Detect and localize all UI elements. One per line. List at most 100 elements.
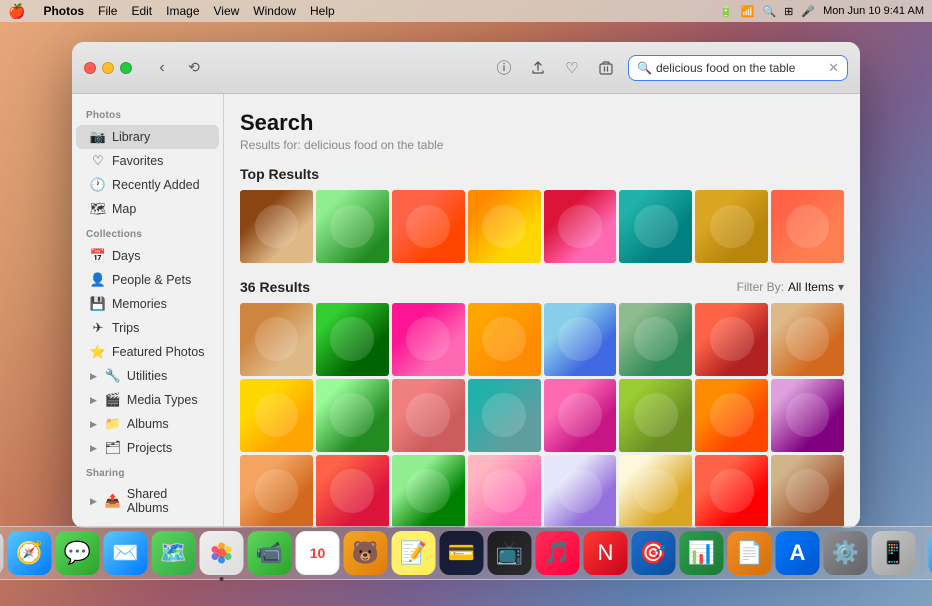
photo-9[interactable]	[240, 379, 313, 452]
sidebar-item-albums[interactable]: ▶ 📁 Albums	[76, 412, 219, 436]
photo-16[interactable]	[771, 379, 844, 452]
dock-bear[interactable]: 🐻	[344, 531, 388, 575]
menubar-file[interactable]: File	[98, 4, 117, 18]
top-photo-7[interactable]	[695, 190, 768, 263]
top-photo-6[interactable]	[619, 190, 692, 263]
top-photo-5[interactable]	[544, 190, 617, 263]
dock-safari[interactable]: 🧭	[8, 531, 52, 575]
photo-4[interactable]	[468, 303, 541, 376]
photo-22[interactable]	[619, 455, 692, 528]
keynote-icon: 🎯	[640, 540, 667, 566]
photo-7[interactable]	[695, 303, 768, 376]
dock-launchpad[interactable]: 🚀	[0, 531, 4, 575]
top-photo-4[interactable]	[468, 190, 541, 263]
filter-by[interactable]: Filter By: All Items ▾	[737, 280, 844, 294]
share-button[interactable]	[524, 54, 552, 82]
photo-18[interactable]	[316, 455, 389, 528]
dock-news[interactable]: N	[584, 531, 628, 575]
wifi-icon[interactable]: 📶	[741, 5, 755, 18]
favorite-button[interactable]: ♡	[558, 54, 586, 82]
photo-24[interactable]	[771, 455, 844, 528]
sidebar-item-memories[interactable]: 💾 Memories	[76, 292, 219, 316]
menubar-app-name[interactable]: Photos	[43, 4, 84, 18]
sidebar-item-shared-albums[interactable]: ▶ 📤 Shared Albums	[76, 483, 219, 519]
dock-icloud[interactable]: ☁️	[929, 531, 932, 575]
top-photo-3[interactable]	[392, 190, 465, 263]
siri-icon[interactable]: 🎤	[801, 5, 815, 18]
photo-20[interactable]	[468, 455, 541, 528]
close-button[interactable]	[84, 62, 96, 74]
menubar-help[interactable]: Help	[310, 4, 335, 18]
photo-12[interactable]	[468, 379, 541, 452]
top-photo-1[interactable]	[240, 190, 313, 263]
battery-icon[interactable]: 🔋	[719, 5, 733, 18]
photo-23[interactable]	[695, 455, 768, 528]
dock-calendar[interactable]: 10	[296, 531, 340, 575]
sidebar-item-label: Favorites	[112, 154, 163, 168]
photo-11[interactable]	[392, 379, 465, 452]
sidebar-item-library[interactable]: 📷 Library	[76, 125, 219, 149]
photo-21[interactable]	[544, 455, 617, 528]
rotate-button[interactable]: ⟲	[180, 54, 208, 82]
photo-2[interactable]	[316, 303, 389, 376]
dock-appstore[interactable]: A	[776, 531, 820, 575]
sidebar-item-trips[interactable]: ✈ Trips	[76, 316, 219, 340]
sidebar-item-days[interactable]: 📅 Days	[76, 244, 219, 268]
search-menubar-icon[interactable]: 🔍	[762, 5, 776, 18]
dock-mail[interactable]: ✉️	[104, 531, 148, 575]
dock-wallet[interactable]: 💳	[440, 531, 484, 575]
photo-17[interactable]	[240, 455, 313, 528]
top-photo-2[interactable]	[316, 190, 389, 263]
menubar-window[interactable]: Window	[253, 4, 296, 18]
dock-facetime[interactable]: 📹	[248, 531, 292, 575]
menubar-image[interactable]: Image	[166, 4, 199, 18]
sidebar-item-featured-photos[interactable]: ⭐ Featured Photos	[76, 340, 219, 364]
dock-notes[interactable]: 📝	[392, 531, 436, 575]
back-button[interactable]: ‹	[148, 54, 176, 82]
sidebar-item-media-types[interactable]: ▶ 🎬 Media Types	[76, 388, 219, 412]
search-input[interactable]	[656, 61, 824, 75]
top-photo-8[interactable]	[771, 190, 844, 263]
dock-numbers[interactable]: 📊	[680, 531, 724, 575]
media-types-icon: 🎬	[105, 392, 121, 408]
info-button[interactable]: ⓘ	[490, 54, 518, 82]
photo-6[interactable]	[619, 303, 692, 376]
photo-15[interactable]	[695, 379, 768, 452]
photo-19[interactable]	[392, 455, 465, 528]
sidebar-item-map[interactable]: 🗺 Map	[76, 197, 219, 221]
library-icon: 📷	[90, 129, 106, 145]
photo-8[interactable]	[771, 303, 844, 376]
sidebar-collections-title: Collections	[72, 221, 223, 244]
photo-3[interactable]	[392, 303, 465, 376]
sidebar-item-projects[interactable]: ▶ 🗂 Projects	[76, 436, 219, 460]
sidebar-item-utilities[interactable]: ▶ 🔧 Utilities	[76, 364, 219, 388]
dock-music[interactable]: 🎵	[536, 531, 580, 575]
photo-13[interactable]	[544, 379, 617, 452]
dock-sysprefs[interactable]: ⚙️	[824, 531, 868, 575]
delete-button[interactable]	[592, 54, 620, 82]
photo-5[interactable]	[544, 303, 617, 376]
dock-messages[interactable]: 💬	[56, 531, 100, 575]
expand-icon: ▶	[90, 443, 97, 454]
dock-pages[interactable]: 📄	[728, 531, 772, 575]
dock-photos[interactable]	[200, 531, 244, 575]
clear-search-button[interactable]: ✕	[828, 60, 839, 76]
trips-icon: ✈	[90, 320, 106, 336]
sidebar-item-recently-added[interactable]: 🕐 Recently Added	[76, 173, 219, 197]
sidebar-item-favorites[interactable]: ♡ Favorites	[76, 149, 219, 173]
menubar-view[interactable]: View	[214, 4, 240, 18]
sidebar-item-people-pets[interactable]: 👤 People & Pets	[76, 268, 219, 292]
dock-maps[interactable]: 🗺️	[152, 531, 196, 575]
photo-14[interactable]	[619, 379, 692, 452]
dock-keynote[interactable]: 🎯	[632, 531, 676, 575]
search-bar[interactable]: 🔍 ✕	[628, 55, 848, 81]
dock-appletv[interactable]: 📺	[488, 531, 532, 575]
photo-10[interactable]	[316, 379, 389, 452]
fullscreen-button[interactable]	[120, 62, 132, 74]
dock-iphone[interactable]: 📱	[872, 531, 916, 575]
minimize-button[interactable]	[102, 62, 114, 74]
apple-menu[interactable]: 🍎	[8, 3, 25, 20]
photo-1[interactable]	[240, 303, 313, 376]
control-center-icon[interactable]: ⊞	[784, 5, 793, 18]
menubar-edit[interactable]: Edit	[131, 4, 152, 18]
